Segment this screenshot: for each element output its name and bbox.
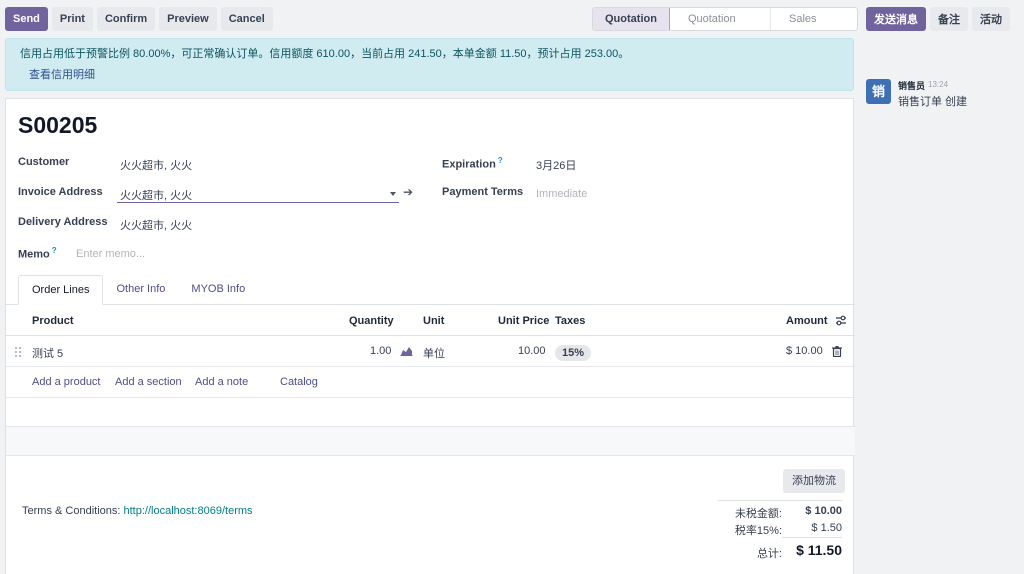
table-row[interactable]: 测试 5 1.00 单位 10.00 15% $ 10.00 [6, 336, 855, 367]
memo-input[interactable]: Enter memo... [76, 248, 145, 260]
column-quantity[interactable]: Quantity [349, 315, 394, 327]
print-button[interactable]: Print [51, 7, 93, 31]
notebook-tabs: Order Lines Other Info MYOB Info [18, 275, 258, 305]
tax-label: 税率15%: [734, 525, 782, 537]
delivery-address-label: Delivery Address [18, 216, 108, 228]
order-lines-header: Product Quantity Unit Unit Price Taxes A… [6, 305, 855, 336]
tab-order-lines[interactable]: Order Lines [18, 275, 104, 305]
chatter-panel: 发送消息 备注 活动 销 销售员 13:24 销售订单 创建 [858, 0, 1024, 574]
untaxed-total-row: 未税金额: $ 10.00 [718, 505, 842, 520]
trash-icon[interactable] [832, 346, 842, 357]
optional-columns-toggle-icon[interactable] [835, 315, 847, 326]
tax-amount: $ 1.50 [811, 522, 842, 534]
line-product[interactable]: 测试 5 [32, 345, 63, 361]
tab-other-info[interactable]: Other Info [103, 275, 178, 305]
order-number: S00205 [18, 112, 98, 138]
log-note-button[interactable]: 备注 [930, 7, 968, 31]
add-line-row: Add a product Add a section Add a note C… [6, 367, 855, 398]
memo-label-text: Memo [18, 248, 50, 261]
expiration-label: Expiration? [442, 156, 503, 171]
delivery-address-field[interactable]: 火火超市, 火火 [120, 217, 192, 233]
line-unit[interactable]: 单位 [423, 345, 445, 361]
view-credit-details-link[interactable]: 查看信用明细 [29, 66, 95, 82]
message-author[interactable]: 销售员 [898, 79, 925, 92]
total-amount: $ 11.50 [796, 542, 842, 558]
customer-field[interactable]: 火火超市, 火火 [120, 157, 192, 173]
preview-button[interactable]: Preview [159, 7, 217, 31]
stage-label: Sales Order [788, 13, 817, 25]
stage-label: Quotation Sent [687, 13, 736, 25]
send-button[interactable]: Send [5, 7, 48, 31]
confirm-button[interactable]: Confirm [96, 7, 156, 31]
stage-quotation-sent[interactable]: Quotation Sent [670, 8, 771, 30]
invoice-address-label: Invoice Address [18, 186, 103, 198]
grand-total-row: 总计: $ 11.50 [718, 542, 842, 560]
forecast-chart-icon[interactable] [400, 346, 413, 356]
catalog-link[interactable]: Catalog [280, 376, 318, 388]
expiration-label-text: Expiration [442, 158, 496, 171]
expiration-field[interactable]: 3月26日 [536, 157, 576, 173]
line-unit-price[interactable]: 10.00 [518, 345, 546, 357]
memo-label: Memo? [18, 246, 57, 261]
empty-row [6, 398, 855, 427]
message-time: 13:24 [928, 80, 949, 89]
empty-row [6, 427, 855, 456]
status-bar: Quotation Quotation Sent Sales Order [592, 7, 858, 31]
terms-and-conditions: Terms & Conditions: http://localhost:806… [22, 505, 253, 517]
credit-alert: 信用占用低于预警比例 80.00%，可正常确认订单。信用额度 610.00，当前… [5, 38, 854, 91]
total-divider [782, 537, 842, 538]
payment-terms-label: Payment Terms [442, 186, 524, 198]
add-logistics-button[interactable]: 添加物流 [783, 469, 845, 493]
tax-badge[interactable]: 15% [555, 345, 592, 361]
chatter-actions: 发送消息 备注 活动 [866, 7, 1010, 31]
terms-label: Terms & Conditions: [22, 505, 121, 517]
control-panel: Send Print Confirm Preview Cancel Quotat… [0, 0, 858, 38]
column-amount[interactable]: Amount [786, 315, 828, 327]
drag-handle-icon[interactable] [14, 346, 22, 358]
form-sheet: S00205 Customer 火火超市, 火火 Invoice Address… [5, 98, 855, 574]
column-unit[interactable]: Unit [423, 315, 444, 327]
action-buttons: Send Print Confirm Preview Cancel [5, 7, 273, 31]
column-taxes[interactable]: Taxes [555, 315, 585, 327]
add-section-link[interactable]: Add a section [115, 376, 182, 388]
customer-label: Customer [18, 156, 70, 168]
line-quantity[interactable]: 1.00 [370, 345, 391, 357]
total-label: 总计: [756, 548, 782, 560]
column-unit-price[interactable]: Unit Price [498, 315, 549, 327]
line-amount: $ 10.00 [786, 345, 823, 357]
tab-myob-info[interactable]: MYOB Info [178, 275, 258, 305]
internal-link-arrow-icon[interactable]: ➔ [403, 185, 413, 199]
stage-sales-order[interactable]: Sales Order [771, 8, 857, 30]
invoice-address-underline [117, 202, 399, 203]
send-message-button[interactable]: 发送消息 [866, 7, 926, 31]
payment-terms-field[interactable]: Immediate [536, 188, 587, 200]
untaxed-amount: $ 10.00 [805, 505, 842, 517]
cancel-button[interactable]: Cancel [220, 7, 273, 31]
credit-alert-message: 信用占用低于预警比例 80.00%，可正常确认订单。信用额度 610.00，当前… [20, 48, 630, 60]
terms-link[interactable]: http://localhost:8069/terms [124, 505, 253, 517]
avatar[interactable]: 销 [866, 79, 891, 104]
chevron-down-icon[interactable] [390, 192, 396, 196]
help-icon[interactable]: ? [498, 156, 503, 165]
help-icon[interactable]: ? [52, 246, 57, 255]
add-note-link[interactable]: Add a note [195, 376, 248, 388]
stage-label: Quotation [605, 13, 657, 25]
add-product-link[interactable]: Add a product [32, 376, 101, 388]
message-body: 销售订单 创建 [898, 96, 968, 108]
invoice-address-field[interactable]: 火火超市, 火火 [120, 187, 192, 203]
stage-quotation[interactable]: Quotation [593, 8, 670, 30]
tax-total-row: 税率15%: $ 1.50 [718, 522, 842, 537]
activity-button[interactable]: 活动 [972, 7, 1010, 31]
totals-block: 未税金额: $ 10.00 税率15%: $ 1.50 总计: $ 11.50 [718, 500, 842, 560]
column-product[interactable]: Product [32, 315, 74, 327]
untaxed-label: 未税金额: [734, 508, 782, 520]
